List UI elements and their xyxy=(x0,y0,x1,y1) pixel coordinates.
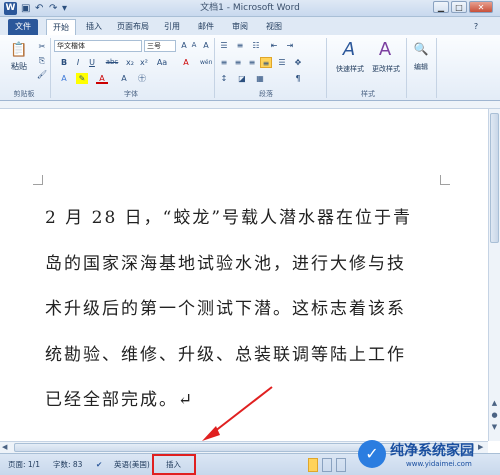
maximize-button[interactable]: □ xyxy=(451,1,467,13)
italic-button[interactable]: I xyxy=(72,57,84,68)
tab-references[interactable]: 引用 xyxy=(160,19,184,35)
tab-mailings[interactable]: 邮件 xyxy=(194,19,218,35)
font-size-box[interactable]: 三号 xyxy=(144,40,176,52)
separator xyxy=(326,38,327,98)
separator xyxy=(50,38,51,98)
subscript-button[interactable]: x₂ xyxy=(124,57,136,68)
word-count[interactable]: 字数: 83 xyxy=(53,458,82,472)
prev-page-icon[interactable]: ▲ xyxy=(490,399,499,407)
phonetic-guide-icon[interactable]: wén xyxy=(200,57,212,68)
text-effects-icon[interactable]: A xyxy=(58,73,70,84)
change-styles-button[interactable]: 更改样式 xyxy=(366,63,406,75)
paragraph-line[interactable]: 统勘验、维修、升级、总装联调等陆上工作 xyxy=(45,340,406,365)
chinese-layout-icon[interactable]: ✥ xyxy=(292,57,304,68)
proofing-icon[interactable]: ✔ xyxy=(96,458,102,472)
group-label-paragraph: 段落 xyxy=(259,90,273,98)
vertical-scrollbar[interactable]: ▲ ● ▼ xyxy=(488,109,500,441)
crop-mark-top-left xyxy=(33,175,43,185)
enclose-char-icon[interactable]: ㊉ xyxy=(136,73,148,84)
separator xyxy=(436,38,437,98)
scroll-thumb[interactable] xyxy=(490,113,499,243)
next-page-icon[interactable]: ▼ xyxy=(490,423,499,431)
font-color-button[interactable]: A xyxy=(96,73,108,84)
paste-button[interactable]: 粘贴 xyxy=(4,61,34,73)
watermark-title: 纯净系统家园 xyxy=(390,443,474,459)
annotation-arrow xyxy=(202,386,273,441)
justify-icon[interactable]: ≡ xyxy=(260,57,272,68)
paste-icon[interactable]: 📋 xyxy=(10,41,28,59)
group-label-clipboard: 剪贴板 xyxy=(13,90,35,98)
shading-icon[interactable]: ◪ xyxy=(236,73,248,84)
copy-icon[interactable]: ⎘ xyxy=(36,55,48,66)
scroll-left-icon[interactable]: ◀ xyxy=(2,443,7,451)
print-layout-view-icon[interactable] xyxy=(308,458,318,472)
change-styles-icon[interactable]: A xyxy=(374,39,396,61)
window-title: 文档1 - Microsoft Word xyxy=(200,3,300,13)
close-button[interactable]: ✕ xyxy=(469,1,493,13)
border-char-icon[interactable]: A xyxy=(200,40,212,51)
align-right-icon[interactable]: ≡ xyxy=(246,57,258,68)
insert-mode-indicator[interactable]: 插入 xyxy=(152,454,196,475)
crop-mark-top-right xyxy=(440,175,450,185)
quick-styles-button[interactable]: 快速样式 xyxy=(330,63,370,75)
group-label-font: 字体 xyxy=(124,90,138,98)
multilevel-list-icon[interactable]: ☷ xyxy=(250,40,262,51)
distributed-icon[interactable]: ☰ xyxy=(276,57,288,68)
align-left-icon[interactable]: ≡ xyxy=(218,57,230,68)
underline-button[interactable]: U xyxy=(86,57,98,68)
strikethrough-button[interactable]: abc xyxy=(104,57,120,68)
group-label-styles: 样式 xyxy=(361,90,375,98)
watermark-url: www.yidaimei.com xyxy=(406,460,472,468)
paragraph-line[interactable]: 已经全部完成。↵ xyxy=(45,385,194,410)
horizontal-ruler xyxy=(0,101,500,109)
decrease-indent-icon[interactable]: ⇤ xyxy=(268,40,280,51)
numbering-icon[interactable]: ≡ xyxy=(234,40,246,51)
shrink-font-icon[interactable]: A xyxy=(188,40,200,51)
format-painter-icon[interactable]: 🖌 xyxy=(36,69,48,80)
change-case-button[interactable]: Aa xyxy=(156,57,168,68)
help-icon[interactable]: ? xyxy=(470,19,482,35)
ribbon: 📋 粘贴 ✂ ⎘ 🖌 剪贴板 华文楷体 三号 A A A B I U abc x… xyxy=(0,35,500,101)
tab-file[interactable]: 文件 xyxy=(8,19,38,35)
increase-indent-icon[interactable]: ⇥ xyxy=(284,40,296,51)
full-screen-view-icon[interactable] xyxy=(322,458,332,472)
bold-button[interactable]: B xyxy=(58,57,70,68)
cut-icon[interactable]: ✂ xyxy=(36,41,48,52)
paragraph-line[interactable]: 术升级后的第一个测试下潜。这标志着该系 xyxy=(45,294,406,319)
borders-icon[interactable]: ▦ xyxy=(254,73,266,84)
char-shading-icon[interactable]: A xyxy=(118,73,130,84)
font-name-box[interactable]: 华文楷体 xyxy=(54,40,142,52)
watermark-logo-icon: ✓ xyxy=(358,440,386,468)
clear-format-icon[interactable]: A xyxy=(180,57,192,68)
find-icon[interactable]: 🔍 xyxy=(413,41,429,57)
tab-home[interactable]: 开始 xyxy=(46,19,76,35)
align-center-icon[interactable]: ≡ xyxy=(232,57,244,68)
watermark: ✓ 纯净系统家园 www.yidaimei.com xyxy=(358,438,498,472)
web-layout-view-icon[interactable] xyxy=(336,458,346,472)
show-marks-icon[interactable]: ¶ xyxy=(292,73,304,84)
tab-view[interactable]: 视图 xyxy=(262,19,286,35)
language-indicator[interactable]: 英语(美国) xyxy=(114,458,150,472)
separator xyxy=(214,38,215,98)
highlight-icon[interactable]: ✎ xyxy=(76,73,88,84)
tab-page-layout[interactable]: 页面布局 xyxy=(112,19,154,35)
tab-insert[interactable]: 插入 xyxy=(80,19,108,35)
ribbon-tabs: 文件 开始 插入 页面布局 引用 邮件 审阅 视图 ? xyxy=(0,17,500,35)
quick-styles-icon[interactable]: A xyxy=(338,39,360,61)
page-count[interactable]: 页面: 1/1 xyxy=(8,458,40,472)
bullets-icon[interactable]: ☰ xyxy=(218,40,230,51)
select-browse-icon[interactable]: ● xyxy=(490,411,499,419)
paragraph-line[interactable]: 2 月 28 日，“蛟龙”号载人潜水器在位于青 xyxy=(45,203,412,228)
title-bar: W ▣ ↶ ↷ ▾ 文档1 - Microsoft Word ▁ □ ✕ xyxy=(0,0,500,17)
line-spacing-icon[interactable]: ↕ xyxy=(218,73,230,84)
superscript-button[interactable]: x² xyxy=(138,57,150,68)
editing-button[interactable]: 编辑 xyxy=(406,61,436,73)
paragraph-line[interactable]: 岛的国家深海基地试验水池，进行大修与技 xyxy=(45,249,406,274)
tab-review[interactable]: 审阅 xyxy=(228,19,252,35)
minimize-button[interactable]: ▁ xyxy=(433,1,449,13)
